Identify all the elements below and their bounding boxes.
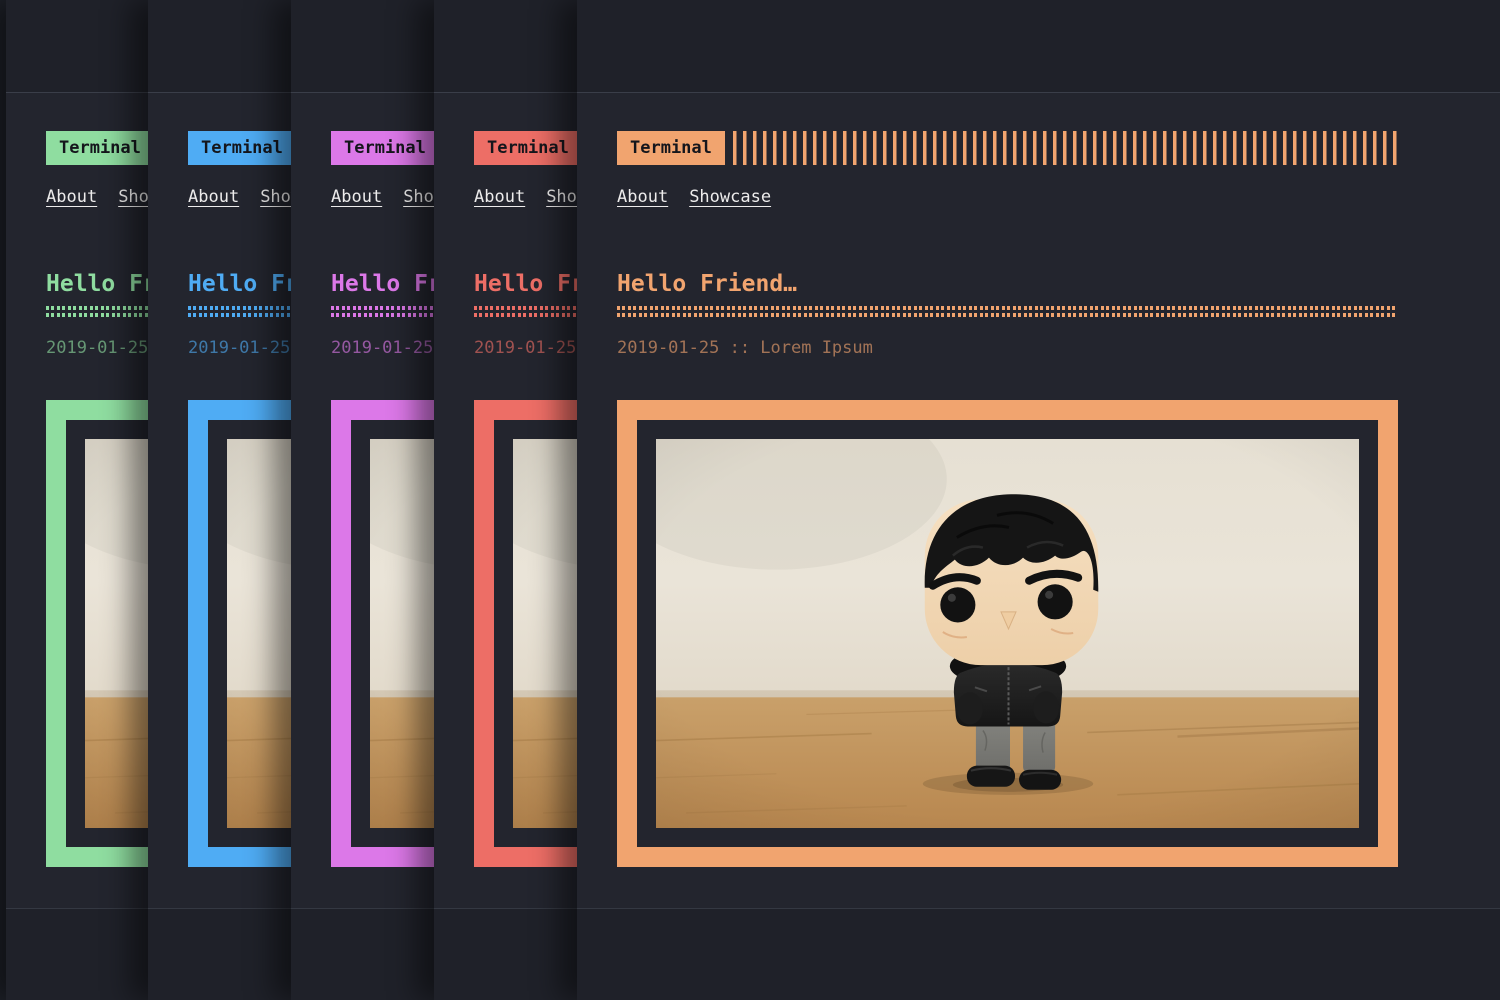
- site-logo[interactable]: Terminal: [46, 131, 154, 165]
- theme-panel-orange: Terminal About Showcase Hello Friend… 20…: [577, 0, 1500, 1000]
- header-decoration-bars-icon: [733, 131, 1398, 165]
- funko-pop-figure-photo: [656, 439, 1359, 828]
- divider-dotted-row: [617, 306, 1398, 310]
- post-title-divider: [617, 306, 1398, 317]
- site-logo[interactable]: Terminal: [331, 131, 439, 165]
- site-header: Terminal: [617, 131, 1398, 165]
- nav-link-showcase[interactable]: Showcase: [689, 188, 771, 207]
- site-logo[interactable]: Terminal: [617, 131, 725, 165]
- panel-content: Terminal About Showcase Hello Friend… 20…: [617, 0, 1398, 867]
- nav-link-about[interactable]: About: [188, 188, 239, 207]
- nav-link-about[interactable]: About: [46, 188, 97, 207]
- nav-link-about[interactable]: About: [331, 188, 382, 207]
- post-meta: 2019-01-25 :: Lorem Ipsum: [617, 339, 1398, 358]
- divider-dotted-row: [617, 313, 1398, 317]
- main-nav: About Showcase: [617, 188, 1398, 207]
- featured-image-frame: [617, 400, 1398, 867]
- site-logo[interactable]: Terminal: [188, 131, 296, 165]
- nav-link-about[interactable]: About: [474, 188, 525, 207]
- page-bottom-margin: [577, 908, 1500, 1000]
- container-bottom-border: [577, 908, 1500, 909]
- nav-link-about[interactable]: About: [617, 188, 668, 207]
- post-title-link[interactable]: Hello Friend…: [617, 272, 1398, 296]
- site-logo[interactable]: Terminal: [474, 131, 582, 165]
- theme-showcase-stage: Terminal About Showcase Hello Friend… 20…: [0, 0, 1500, 1000]
